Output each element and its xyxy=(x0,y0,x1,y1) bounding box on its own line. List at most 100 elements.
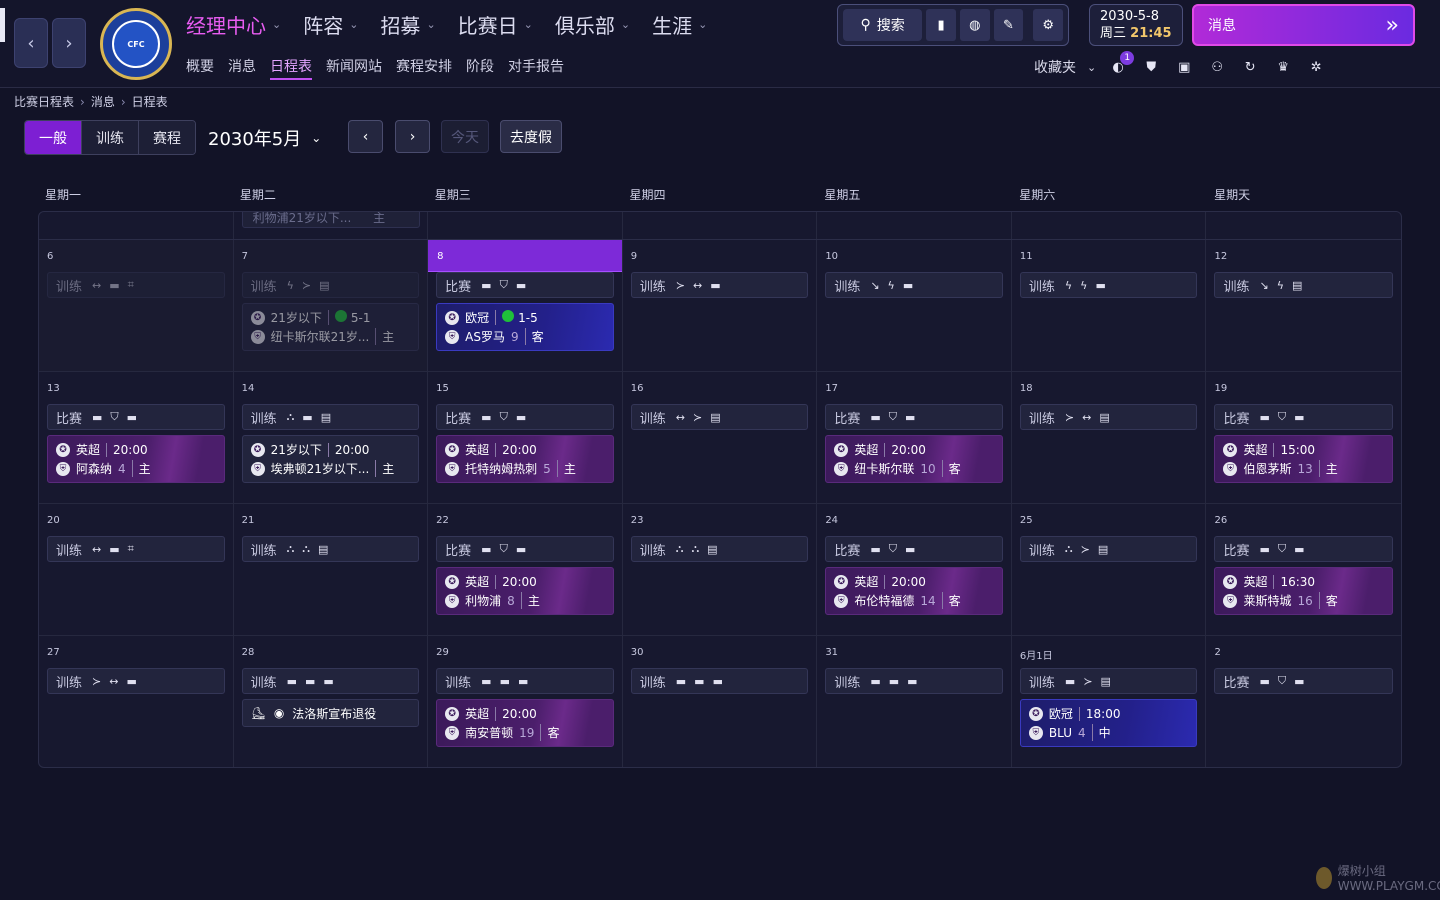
sub-nav-item[interactable]: 新闻网站 xyxy=(326,56,382,80)
main-nav-item[interactable]: 生涯 ⌄ xyxy=(652,10,707,39)
schedule-event[interactable]: 比赛 ▬ ⛉ ▬ xyxy=(1214,536,1394,562)
day-cell[interactable]: 16 训练 ↔ ≻ ▤ xyxy=(623,372,818,503)
schedule-event[interactable]: 训练 ▬ ≻ ▤ xyxy=(1019,668,1198,694)
staff-icon[interactable]: ⚇ xyxy=(1206,56,1228,78)
main-nav-item[interactable]: 招募 ⌄ xyxy=(380,10,435,39)
day-cell[interactable]: 25 训练 ⛬ ≻ ▤ xyxy=(1012,504,1207,635)
day-cell[interactable]: 6月1日 训练 ▬ ≻ ▤ ✪ 欧冠 18:00 ⛨ BLU 4 中 xyxy=(1012,636,1207,767)
view-tab[interactable]: 一般 xyxy=(25,121,82,154)
day-cell[interactable]: 12 训练 ↘ ϟ ▤ xyxy=(1206,240,1401,371)
schedule-event[interactable]: 训练 ⛬ ≻ ▤ xyxy=(1019,536,1198,562)
globe-icon[interactable]: ◍ xyxy=(959,9,990,41)
sub-nav-item[interactable]: 赛程安排 xyxy=(396,56,452,80)
schedule-event[interactable]: 比赛 ▬ ⛉ ▬ xyxy=(825,536,1003,562)
schedule-event[interactable]: 训练 ⛬ ▬ ▤ xyxy=(241,404,420,430)
match-card[interactable]: ✪ 英超 15:00 ⛨ 伯恩茅斯 13 主 xyxy=(1214,435,1394,483)
schedule-event[interactable]: 训练 ⛬ ⛬ ▤ xyxy=(630,536,809,562)
continue-message-button[interactable]: 消息 » xyxy=(1192,4,1415,46)
schedule-event[interactable]: 比赛 ▬ ⛉ ▬ xyxy=(1214,404,1394,430)
day-cell[interactable]: 14 训练 ⛬ ▬ ▤ ✪ 21岁以下 20:00 ⛨ 埃弗顿21岁以下... 主 xyxy=(234,372,429,503)
main-nav-item[interactable]: 比赛日 ⌄ xyxy=(458,10,533,39)
day-cell[interactable]: 19 比赛 ▬ ⛉ ▬ ✪ 英超 15:00 ⛨ 伯恩茅斯 13 主 xyxy=(1206,372,1401,503)
day-cell[interactable]: 20 训练 ↔ ▬ ⌗ xyxy=(39,504,234,635)
day-cell[interactable]: 22 比赛 ▬ ⛉ ▬ ✪ 英超 20:00 ⛨ 利物浦 8 主 xyxy=(428,504,623,635)
schedule-event[interactable]: 训练 ϟ ϟ ▬ xyxy=(1019,272,1198,298)
match-card[interactable]: ✪ 英超 16:30 ⛨ 莱斯特城 16 客 xyxy=(1214,567,1394,615)
today-button[interactable]: 今天 xyxy=(441,120,489,153)
next-month-button[interactable]: › xyxy=(395,120,430,153)
view-tab[interactable]: 训练 xyxy=(82,121,139,154)
match-card[interactable]: ✪ 21岁以下 5-1 ⛨ 纽卡斯尔联21岁... 主 xyxy=(241,303,420,351)
sub-nav-item[interactable]: 消息 xyxy=(228,56,256,80)
forward-button[interactable]: › xyxy=(52,18,86,68)
schedule-event[interactable]: 训练 ≻ ↔ ▬ xyxy=(47,668,225,694)
schedule-event[interactable]: 比赛 ▬ ⛉ ▬ xyxy=(436,536,614,562)
prev-month-button[interactable]: ‹ xyxy=(348,120,383,153)
schedule-event[interactable]: 训练 ↘ ϟ ▬ xyxy=(825,272,1003,298)
match-card[interactable]: ✪ 英超 20:00 ⛨ 纽卡斯尔联 10 客 xyxy=(825,435,1003,483)
back-button[interactable]: ‹ xyxy=(14,18,48,68)
vacation-button[interactable]: 去度假 xyxy=(500,120,562,153)
scout-icon[interactable]: ✲ xyxy=(1305,56,1327,78)
sub-nav-item[interactable]: 日程表 xyxy=(270,56,312,80)
schedule-event[interactable]: 训练 ϟ ≻ ▤ xyxy=(241,272,420,298)
schedule-event[interactable]: 训练 ⛬ ⛬ ▤ xyxy=(241,536,420,562)
day-cell[interactable]: 10 训练 ↘ ϟ ▬ xyxy=(817,240,1012,371)
schedule-event[interactable]: 比赛 ▬ ⛉ ▬ xyxy=(47,404,225,430)
day-cell[interactable]: 9 训练 ≻ ↔ ▬ xyxy=(623,240,818,371)
match-card[interactable]: ✪ 英超 20:00 ⛨ 托特纳姆热刺 5 主 xyxy=(436,435,614,483)
match-card[interactable]: ✪ 英超 20:00 ⛨ 布伦特福德 14 客 xyxy=(825,567,1003,615)
main-nav-item[interactable]: 俱乐部 ⌄ xyxy=(555,10,630,39)
schedule-event[interactable]: 训练 ▬ ▬ ▬ xyxy=(825,668,1003,694)
day-cell[interactable]: 28 训练 ▬ ▬ ▬ ⛸ ◉ 法洛斯宣布退役 xyxy=(234,636,429,767)
breadcrumb-item[interactable]: 消息 xyxy=(91,93,115,110)
day-cell[interactable]: 21 训练 ⛬ ⛬ ▤ xyxy=(234,504,429,635)
view-tab[interactable]: 赛程 xyxy=(139,121,195,154)
schedule-event[interactable]: 训练 ≻ ↔ ▬ xyxy=(630,272,809,298)
day-cell[interactable]: 24 比赛 ▬ ⛉ ▬ ✪ 英超 20:00 ⛨ 布伦特福德 14 客 xyxy=(817,504,1012,635)
main-nav-item[interactable]: 阵容 ⌄ xyxy=(303,10,358,39)
main-nav-item[interactable]: 经理中心 ⌄ xyxy=(186,10,281,39)
sub-nav-item[interactable]: 概要 xyxy=(186,56,214,80)
month-selector[interactable]: 2030年5月 ⌄ xyxy=(208,125,321,151)
schedule-event[interactable]: 训练 ▬ ▬ ▬ xyxy=(630,668,809,694)
day-cell[interactable]: 13 比赛 ▬ ⛉ ▬ ✪ 英超 20:00 ⛨ 阿森纳 4 主 xyxy=(39,372,234,503)
schedule-event[interactable]: 比赛 ▬ ⛉ ▬ xyxy=(1214,668,1394,694)
match-card[interactable]: ✪ 欧冠 1-5 ⛨ AS罗马 9 客 xyxy=(436,303,614,351)
sub-nav-item[interactable]: 对手报告 xyxy=(508,56,564,80)
day-cell[interactable]: 31 训练 ▬ ▬ ▬ xyxy=(817,636,1012,767)
search-button[interactable]: ⚲ 搜索 xyxy=(843,9,923,41)
day-cell[interactable]: 18 训练 ≻ ↔ ▤ xyxy=(1012,372,1207,503)
sub-nav-item[interactable]: 阶段 xyxy=(466,56,494,80)
match-card[interactable]: ✪ 英超 20:00 ⛨ 南安普顿 19 客 xyxy=(436,699,614,747)
club-crest[interactable]: CFC xyxy=(100,8,172,80)
day-cell[interactable]: 15 比赛 ▬ ⛉ ▬ ✪ 英超 20:00 ⛨ 托特纳姆热刺 5 主 xyxy=(428,372,623,503)
day-cell[interactable]: 30 训练 ▬ ▬ ▬ xyxy=(623,636,818,767)
trophy-icon[interactable]: ♛ xyxy=(1272,56,1294,78)
day-cell[interactable]: 17 比赛 ▬ ⛉ ▬ ✪ 英超 20:00 ⛨ 纽卡斯尔联 10 客 xyxy=(817,372,1012,503)
schedule-event[interactable]: 训练 ↔ ▬ ⌗ xyxy=(47,536,225,562)
day-cell[interactable]: 11 训练 ϟ ϟ ▬ xyxy=(1012,240,1207,371)
game-date[interactable]: 2030-5-8 周三 21:45 xyxy=(1089,4,1183,46)
day-cell[interactable]: 29 训练 ▬ ▬ ▬ ✪ 英超 20:00 ⛨ 南安普顿 19 客 xyxy=(428,636,623,767)
refresh-icon[interactable]: ↻ xyxy=(1239,56,1261,78)
day-cell[interactable]: 26 比赛 ▬ ⛉ ▬ ✪ 英超 16:30 ⛨ 莱斯特城 16 客 xyxy=(1206,504,1401,635)
news-item[interactable]: ⛸ ◉ 法洛斯宣布退役 xyxy=(241,699,420,727)
match-card[interactable]: ✪ 21岁以下 20:00 ⛨ 埃弗顿21岁以下... 主 xyxy=(241,435,420,483)
schedule-event[interactable]: 比赛 ▬ ⛉ ▬ xyxy=(825,404,1003,430)
schedule-event[interactable]: 训练 ▬ ▬ ▬ xyxy=(436,668,614,694)
schedule-event[interactable]: 比赛 ▬ ⛉ ▬ xyxy=(436,272,614,298)
day-cell[interactable]: 8 比赛 ▬ ⛉ ▬ ✪ 欧冠 1-5 ⛨ AS罗马 9 客 xyxy=(428,240,623,371)
shirt-icon[interactable]: ⛊ xyxy=(1140,56,1162,78)
match-card[interactable]: ✪ 英超 20:00 ⛨ 利物浦 8 主 xyxy=(436,567,614,615)
schedule-event[interactable]: 训练 ↔ ≻ ▤ xyxy=(630,404,809,430)
day-cell[interactable]: 23 训练 ⛬ ⛬ ▤ xyxy=(623,504,818,635)
schedule-event[interactable]: 训练 ↔ ▬ ⌗ xyxy=(47,272,225,298)
day-cell[interactable]: 7 训练 ϟ ≻ ▤ ✪ 21岁以下 5-1 ⛨ 纽卡斯尔联21岁... 主 xyxy=(233,240,429,371)
document-icon[interactable]: ▣ xyxy=(1173,56,1195,78)
schedule-event[interactable]: 训练 ≻ ↔ ▤ xyxy=(1019,404,1198,430)
day-cell[interactable]: 27 训练 ≻ ↔ ▬ xyxy=(39,636,234,767)
notebook-icon[interactable]: ▮ xyxy=(926,9,956,41)
day-cell[interactable]: 2 比赛 ▬ ⛉ ▬ xyxy=(1206,636,1401,767)
schedule-event[interactable]: 训练 ↘ ϟ ▤ xyxy=(1214,272,1394,298)
